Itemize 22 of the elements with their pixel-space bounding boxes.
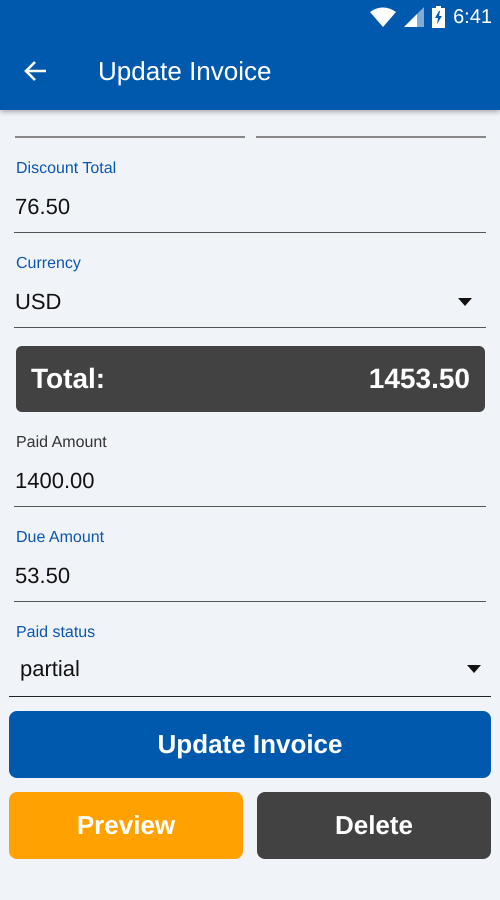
total-value: 1453.50	[368, 363, 470, 395]
field-label: Discount Total	[16, 160, 118, 178]
screen-title: Update Invoice	[98, 56, 272, 86]
dropdown-field[interactable]: partial	[9, 642, 491, 697]
battery-icon	[432, 6, 446, 28]
input-field[interactable]: 76.50	[14, 182, 486, 233]
field-label: Currency	[16, 255, 82, 273]
dropdown-caret-icon	[467, 665, 481, 673]
total-label: Total:	[31, 363, 106, 395]
dropdown-caret-icon	[458, 298, 472, 306]
delete-button[interactable]: Delete	[257, 792, 491, 859]
back-arrow-icon[interactable]	[23, 60, 47, 82]
status-time: 6:41	[453, 6, 492, 28]
field-label: Paid Amount	[16, 434, 108, 452]
update-invoice-button[interactable]: Update Invoice	[9, 711, 491, 778]
field-label: Paid status	[16, 624, 96, 642]
signal-icon	[404, 7, 424, 27]
wifi-icon	[370, 7, 396, 27]
field-label: Due Amount	[16, 529, 106, 547]
dropdown-field[interactable]: USD	[14, 277, 486, 328]
input-field[interactable]: 1400.00	[14, 456, 486, 507]
input-field[interactable]: 53.50	[14, 551, 486, 602]
